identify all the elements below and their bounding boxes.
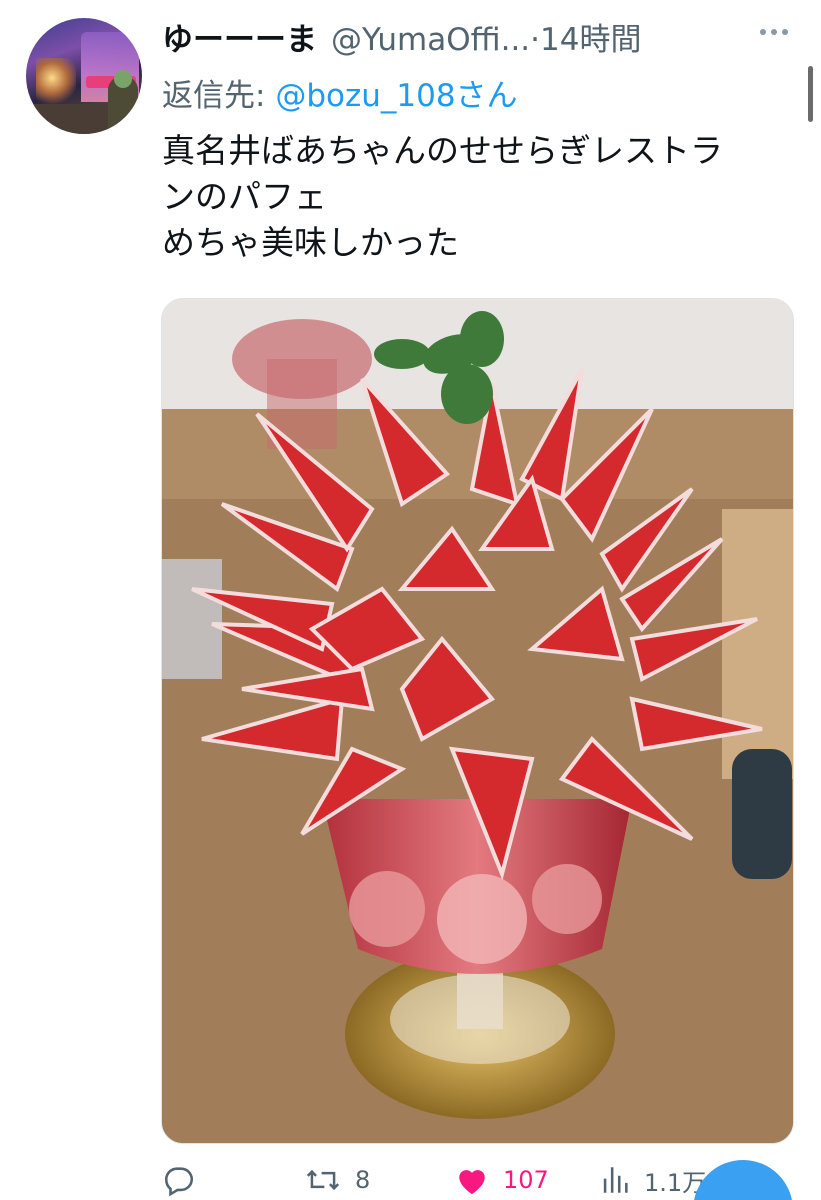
retweet-icon bbox=[306, 1169, 340, 1191]
timestamp[interactable]: 14時間 bbox=[540, 14, 641, 59]
views-button[interactable]: 1.1万 bbox=[600, 1160, 706, 1200]
separator-dot: · bbox=[530, 22, 541, 58]
tweet-photo[interactable] bbox=[161, 298, 794, 1144]
reply-button[interactable] bbox=[162, 1160, 210, 1200]
tweet-text-line: ンのパフェ bbox=[162, 177, 327, 216]
tweet-text-line: めちゃ美味しかった bbox=[162, 223, 459, 262]
reply-to-user-link[interactable]: @bozu_108さん bbox=[275, 78, 517, 114]
tweet[interactable]: ゆーーーま @YumaOffi... · 14時間 返信先: @bozu_108… bbox=[0, 0, 821, 1200]
scrollbar[interactable] bbox=[808, 66, 813, 122]
tweet-text: 真名井ばあちゃんのせせらぎレストラ ンのパフェ めちゃ美味しかった bbox=[162, 128, 802, 266]
user-handle[interactable]: @YumaOffi... bbox=[331, 22, 530, 58]
views-icon bbox=[603, 1167, 628, 1193]
reply-context: 返信先: @bozu_108さん bbox=[162, 70, 518, 115]
reply-prefix: 返信先: bbox=[162, 78, 276, 114]
heart-icon bbox=[459, 1170, 485, 1195]
tweet-text-line: 真名井ばあちゃんのせせらぎレストラ bbox=[162, 131, 723, 170]
reply-icon bbox=[164, 1167, 194, 1197]
retweet-count: 8 bbox=[355, 1166, 371, 1194]
like-count: 107 bbox=[503, 1166, 549, 1194]
retweet-button[interactable]: 8 bbox=[305, 1160, 370, 1200]
avatar[interactable] bbox=[26, 18, 142, 134]
display-name[interactable]: ゆーーーま bbox=[162, 14, 317, 59]
tweet-header: ゆーーーま @YumaOffi... · 14時間 bbox=[162, 14, 641, 58]
more-options-icon[interactable] bbox=[760, 22, 794, 42]
strawberry-parfait-image bbox=[162, 299, 793, 1143]
like-button[interactable]: 107 bbox=[455, 1160, 549, 1200]
